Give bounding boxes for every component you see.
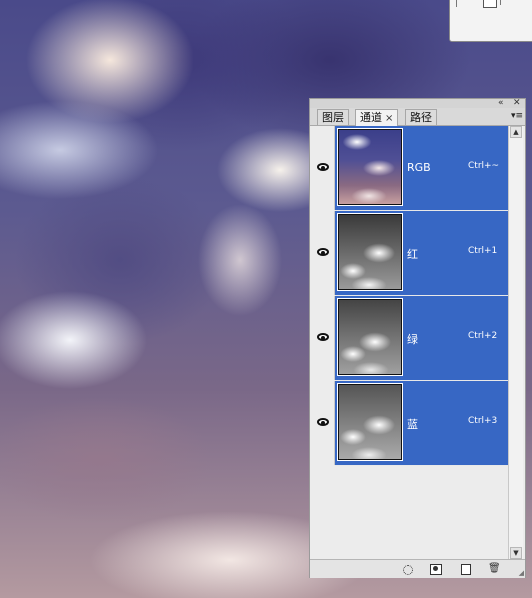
document-icon[interactable] — [483, 0, 497, 8]
new-channel-icon[interactable] — [461, 564, 471, 575]
channel-shortcut: Ctrl+1 — [468, 246, 498, 256]
tab-layers-label: 图层 — [322, 111, 344, 124]
tab-channels[interactable]: 通道 × — [355, 109, 399, 126]
channel-name: 绿 — [407, 333, 418, 346]
channel-row-body[interactable]: 蓝 Ctrl+3 — [335, 381, 508, 466]
channel-row-rgb[interactable]: RGB Ctrl+~ — [310, 126, 508, 211]
channel-row-body[interactable]: 绿 Ctrl+2 — [335, 296, 508, 381]
tab-channels-label: 通道 — [360, 111, 382, 124]
channel-name: RGB — [407, 161, 431, 174]
scroll-up-icon[interactable]: ▲ — [510, 126, 522, 138]
visibility-toggle[interactable] — [310, 296, 335, 380]
scroll-down-icon[interactable]: ▼ — [510, 547, 522, 559]
channel-row-blue[interactable]: 蓝 Ctrl+3 — [310, 381, 508, 466]
blue-channel-thumbnail — [337, 383, 403, 461]
rgb-composite-thumbnail — [337, 128, 403, 206]
channels-panel: « ✕ 图层 通道 × 路径 ▾≡ RGB Ctrl+~ 红 Ctrl+1 绿 … — [309, 98, 526, 578]
channel-shortcut: Ctrl+3 — [468, 416, 498, 426]
visibility-toggle[interactable] — [310, 211, 335, 295]
channel-shortcut: Ctrl+2 — [468, 331, 498, 341]
channel-name: 红 — [407, 248, 418, 261]
channel-shortcut: Ctrl+~ — [468, 161, 500, 171]
save-selection-icon[interactable] — [430, 564, 442, 575]
tool-separator-icon — [456, 0, 457, 7]
tab-paths[interactable]: 路径 — [405, 109, 437, 125]
channel-row-body[interactable]: RGB Ctrl+~ — [335, 126, 508, 211]
eye-icon — [317, 248, 329, 256]
eye-icon — [317, 163, 329, 171]
eye-icon — [317, 418, 329, 426]
panel-menu-icon[interactable]: ▾≡ — [511, 110, 523, 122]
delete-channel-icon[interactable]: 🗑 — [488, 563, 501, 575]
green-channel-thumbnail — [337, 298, 403, 376]
panel-bottom-toolbar: 🗑 ◢ — [310, 559, 525, 578]
close-icon[interactable]: ✕ — [513, 98, 521, 108]
eye-icon — [317, 333, 329, 341]
tab-close-icon[interactable]: × — [385, 113, 393, 124]
tab-paths-label: 路径 — [410, 111, 432, 124]
channel-list: RGB Ctrl+~ 红 Ctrl+1 绿 Ctrl+2 蓝 Ctrl+3 — [310, 126, 508, 466]
resize-handle-icon[interactable] — [500, 0, 507, 5]
tab-layers[interactable]: 图层 — [317, 109, 349, 125]
resize-grip-icon[interactable]: ◢ — [519, 569, 524, 577]
collapse-icon[interactable]: « — [498, 98, 504, 108]
channel-name: 蓝 — [407, 418, 418, 431]
top-tool-window — [449, 0, 532, 42]
channel-row-green[interactable]: 绿 Ctrl+2 — [310, 296, 508, 381]
visibility-toggle[interactable] — [310, 126, 335, 210]
channel-row-red[interactable]: 红 Ctrl+1 — [310, 211, 508, 296]
panel-tabs: 图层 通道 × 路径 ▾≡ — [310, 108, 525, 126]
visibility-toggle[interactable] — [310, 381, 335, 465]
load-selection-icon[interactable] — [403, 565, 413, 575]
vertical-scrollbar[interactable]: ▲ ▼ — [508, 126, 523, 559]
channel-row-body[interactable]: 红 Ctrl+1 — [335, 211, 508, 296]
red-channel-thumbnail — [337, 213, 403, 291]
